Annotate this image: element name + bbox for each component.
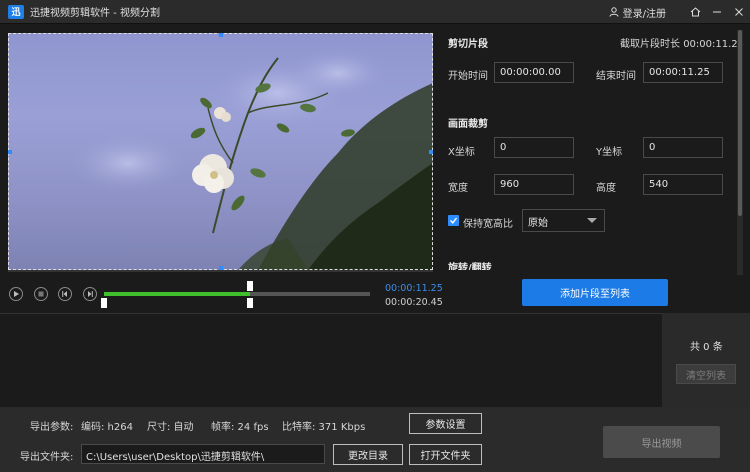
play-icon xyxy=(14,291,19,297)
end-time-label: 结束时间 xyxy=(596,71,636,82)
crop-handle-top[interactable] xyxy=(219,33,223,37)
clip-duration-label: 截取片段时长 00:00:11.25 xyxy=(620,35,744,50)
minimize-button[interactable] xyxy=(706,0,728,24)
open-folder-button[interactable]: 打开文件夹 xyxy=(409,444,482,465)
clear-list-button[interactable]: 清空列表 xyxy=(676,364,736,384)
height-label: 高度 xyxy=(596,183,616,194)
aspect-ratio-value: 原始 xyxy=(528,218,548,229)
height-field[interactable]: 540 xyxy=(643,174,723,195)
total-time: 00:00:20.45 xyxy=(385,297,443,308)
y-coord-label: Y坐标 xyxy=(596,147,623,158)
clip-timeline[interactable] xyxy=(104,292,370,296)
export-video-button[interactable]: 导出视频 xyxy=(603,426,720,458)
video-preview[interactable] xyxy=(8,33,433,270)
play-button[interactable] xyxy=(9,287,23,301)
window-title: 迅捷视频剪辑软件 - 视频分割 xyxy=(30,8,160,19)
close-button[interactable] xyxy=(728,0,750,24)
width-label: 宽度 xyxy=(448,183,468,194)
start-time-field[interactable]: 00:00:00.00 xyxy=(494,62,574,83)
home-button[interactable] xyxy=(684,0,706,24)
home-icon xyxy=(690,7,700,17)
prev-frame-button[interactable] xyxy=(58,287,72,301)
export-folder-field[interactable]: C:\Users\user\Desktop\迅捷剪辑软件\ xyxy=(81,444,325,464)
fps-info: 帧率: 24 fps xyxy=(211,422,269,433)
list-side-panel xyxy=(662,313,750,407)
crop-handle-left[interactable] xyxy=(8,150,12,154)
minimize-icon xyxy=(713,11,721,13)
step-forward-icon xyxy=(88,291,93,297)
x-coord-field[interactable]: 0 xyxy=(494,137,574,158)
chevron-down-icon xyxy=(587,218,597,223)
login-button[interactable]: 登录/注册 xyxy=(609,5,666,20)
timeline-selected-range xyxy=(104,292,250,296)
width-field[interactable]: 960 xyxy=(494,174,574,195)
aspect-ratio-select[interactable]: 原始 xyxy=(522,209,605,232)
stop-icon xyxy=(38,291,44,297)
add-clip-button[interactable]: 添加片段至列表 xyxy=(522,279,668,306)
clip-duration-text: 截取片段时长 xyxy=(620,39,680,50)
crop-frame[interactable] xyxy=(8,33,433,270)
rotate-section-title: 旋转/翻转 xyxy=(448,263,492,270)
param-settings-button[interactable]: 参数设置 xyxy=(409,413,482,434)
crop-section-title: 画面裁剪 xyxy=(448,119,488,130)
keep-ratio-label: 保持宽高比 xyxy=(463,219,513,230)
app-logo-icon: 迅 xyxy=(8,4,24,19)
checkmark-icon xyxy=(450,217,458,224)
app-window: 迅 迅捷视频剪辑软件 - 视频分割 登录/注册 00:00:11.25 00:0… xyxy=(0,0,750,472)
clip-count: 共 0 条 xyxy=(690,342,723,353)
clip-duration-value: 00:00:11.25 xyxy=(683,39,745,50)
login-label: 登录/注册 xyxy=(622,8,666,20)
start-time-label: 开始时间 xyxy=(448,71,488,82)
stop-button[interactable] xyxy=(34,287,48,301)
current-time: 00:00:11.25 xyxy=(385,283,443,294)
export-params-label: 导出参数: xyxy=(30,422,74,433)
preview-divider xyxy=(8,270,433,272)
next-frame-button[interactable] xyxy=(83,287,97,301)
user-icon xyxy=(609,7,619,17)
title-bar: 迅 迅捷视频剪辑软件 - 视频分割 登录/注册 xyxy=(0,0,750,24)
close-icon xyxy=(735,8,743,16)
keep-ratio-checkbox[interactable] xyxy=(448,215,459,226)
end-trim-handle[interactable] xyxy=(247,298,253,308)
crop-handle-right[interactable] xyxy=(429,150,433,154)
playhead-marker[interactable] xyxy=(247,281,253,291)
clip-list[interactable] xyxy=(0,313,662,407)
size-info: 尺寸: 自动 xyxy=(147,422,194,433)
y-coord-field[interactable]: 0 xyxy=(643,137,723,158)
start-trim-handle[interactable] xyxy=(101,298,107,308)
step-back-icon xyxy=(62,291,67,297)
bitrate-info: 比特率: 371 Kbps xyxy=(282,422,366,433)
change-directory-button[interactable]: 更改目录 xyxy=(333,444,403,465)
export-folder-label: 导出文件夹: xyxy=(20,452,74,463)
clip-section-title: 剪切片段 xyxy=(448,39,488,50)
x-coord-label: X坐标 xyxy=(448,147,475,158)
codec-info: 编码: h264 xyxy=(81,422,133,433)
panel-scrollbar-thumb[interactable] xyxy=(738,30,742,216)
end-time-field[interactable]: 00:00:11.25 xyxy=(643,62,723,83)
